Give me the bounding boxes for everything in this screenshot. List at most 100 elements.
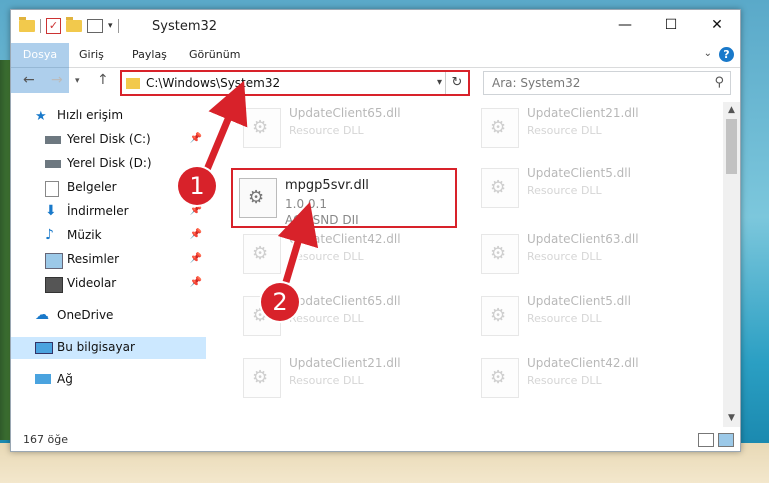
sidebar-item-music[interactable]: ♪ Müzik 📌 [11, 225, 206, 247]
window-title: System32 [152, 19, 218, 34]
pin-icon[interactable]: 📌 [190, 205, 202, 216]
sidebar-item-documents[interactable]: Belgeler [11, 177, 206, 199]
up-arrow-icon[interactable]: ↑ [97, 72, 109, 88]
tab-share[interactable]: Paylaş [122, 43, 177, 67]
sidebar-item-pictures[interactable]: Resimler 📌 [11, 249, 206, 271]
large-icons-view-icon[interactable] [718, 433, 734, 447]
explorer-window: ✓ ▾ System32 — ☐ ✕ Dosya Giriş Paylaş Gö… [10, 9, 741, 452]
pin-icon[interactable]: 📌 [190, 133, 202, 144]
dll-file-icon [481, 168, 519, 208]
pictures-icon [45, 253, 63, 269]
navigation-pane: ★ Hızlı erişim Yerel Disk (C:) 📌 Yerel D… [11, 105, 206, 425]
sidebar-item-quick-access[interactable]: ★ Hızlı erişim [11, 105, 206, 127]
list-item[interactable]: UpdateClient63.dll Resource DLL [475, 228, 690, 278]
file-description: Resource DLL [527, 250, 602, 263]
sidebar-item-network[interactable]: Ağ [11, 369, 206, 391]
star-icon: ★ [35, 109, 47, 124]
file-name: UpdateClient63.dll [527, 232, 639, 246]
file-description: Resource DLL [289, 374, 364, 387]
sidebar-item-label: Resimler [67, 252, 120, 266]
dll-file-icon [481, 234, 519, 274]
help-icon[interactable]: ? [719, 47, 734, 62]
list-item[interactable]: UpdateClient21.dll Resource DLL [475, 102, 690, 152]
address-bar[interactable]: C:\Windows\System32 ▾ ↻ [120, 70, 470, 96]
pin-icon[interactable]: 📌 [190, 253, 202, 264]
sidebar-item-videos[interactable]: Videolar 📌 [11, 273, 206, 295]
file-description: ACP-SND DII [285, 213, 359, 227]
scroll-thumb[interactable] [726, 119, 737, 174]
recent-locations-icon[interactable]: ▾ [75, 76, 80, 86]
list-item[interactable]: UpdateClient5.dll Resource DLL [475, 162, 690, 212]
dll-file-icon [481, 296, 519, 336]
dll-file-icon [243, 108, 281, 148]
file-name: UpdateClient21.dll [289, 356, 401, 370]
sidebar-item-onedrive[interactable]: ☁ OneDrive [11, 305, 206, 327]
toolbar-separator [40, 19, 41, 33]
sidebar-item-label: Videolar [67, 276, 117, 290]
file-description: Resource DLL [289, 124, 364, 137]
status-bar: 167 öğe [11, 429, 740, 451]
sidebar-item-disk-c[interactable]: Yerel Disk (C:) 📌 [11, 129, 206, 151]
file-name: UpdateClient42.dll [289, 232, 401, 246]
file-name: UpdateClient65.dll [289, 106, 401, 120]
search-input[interactable]: Ara: System32 ⚲ [483, 71, 731, 95]
list-item[interactable]: UpdateClient42.dll Resource DLL [475, 352, 690, 402]
chevron-down-icon[interactable]: ▾ [108, 21, 113, 31]
file-name: UpdateClient5.dll [527, 294, 631, 308]
properties-icon[interactable] [87, 19, 103, 33]
search-icon[interactable]: ⚲ [714, 75, 724, 90]
file-list: UpdateClient65.dll Resource DLL UpdateCl… [207, 102, 722, 427]
close-button[interactable]: ✕ [694, 10, 740, 40]
list-item[interactable]: UpdateClient21.dll Resource DLL [237, 352, 452, 402]
sidebar-item-label: İndirmeler [67, 204, 129, 218]
file-version: 1.0.0.1 [285, 197, 327, 211]
expand-ribbon-icon[interactable]: ⌄ [704, 48, 712, 59]
forward-arrow-icon[interactable]: → [51, 72, 63, 88]
address-path[interactable]: C:\Windows\System32 [146, 76, 280, 90]
file-description: Resource DLL [289, 250, 364, 263]
new-folder-icon[interactable] [66, 17, 82, 32]
network-icon [35, 374, 51, 384]
highlighted-file-item[interactable]: mpgp5svr.dll 1.0.0.1 ACP-SND DII [231, 168, 457, 228]
list-item[interactable]: UpdateClient65.dll Resource DLL [237, 102, 452, 152]
file-description: Resource DLL [527, 374, 602, 387]
properties-check-icon[interactable]: ✓ [46, 18, 61, 34]
chevron-down-icon[interactable]: ▾ [437, 77, 442, 88]
back-arrow-icon[interactable]: ← [23, 72, 35, 88]
folder-icon [126, 78, 140, 89]
pin-icon[interactable]: 📌 [190, 277, 202, 288]
scroll-down-icon[interactable]: ▼ [723, 410, 740, 427]
tab-view[interactable]: Görünüm [179, 43, 250, 67]
sidebar-item-label: Yerel Disk (C:) [67, 132, 151, 146]
music-icon: ♪ [45, 227, 54, 243]
sidebar-item-disk-d[interactable]: Yerel Disk (D:) [11, 153, 206, 175]
vertical-scrollbar[interactable]: ▲ ▼ [723, 102, 740, 427]
drive-icon [45, 136, 61, 144]
refresh-icon[interactable]: ↻ [445, 72, 468, 94]
video-icon [45, 277, 63, 293]
drive-icon [45, 160, 61, 168]
sidebar-item-label: Ağ [57, 372, 73, 386]
file-description: Resource DLL [527, 312, 602, 325]
computer-icon [35, 342, 53, 354]
list-item[interactable]: UpdateClient42.dll Resource DLL [237, 228, 452, 278]
scroll-up-icon[interactable]: ▲ [723, 102, 740, 119]
sidebar-item-this-pc[interactable]: Bu bilgisayar [11, 337, 206, 359]
minimize-button[interactable]: — [602, 10, 648, 40]
ribbon-tabs: Dosya Giriş Paylaş Görünüm ⌄ ? [11, 43, 740, 93]
file-description: Resource DLL [527, 124, 602, 137]
toolbar-separator [117, 19, 119, 33]
download-icon: ⬇ [45, 203, 57, 219]
maximize-button[interactable]: ☐ [648, 10, 694, 40]
file-name: UpdateClient42.dll [527, 356, 639, 370]
sidebar-item-label: Bu bilgisayar [57, 340, 135, 354]
folder-icon[interactable] [19, 17, 35, 32]
dll-file-icon [481, 108, 519, 148]
details-view-icon[interactable] [698, 433, 714, 447]
step-marker-1: 1 [178, 167, 216, 205]
dll-file-icon [243, 358, 281, 398]
list-item[interactable]: UpdateClient5.dll Resource DLL [475, 290, 690, 340]
pin-icon[interactable]: 📌 [190, 229, 202, 240]
sidebar-item-downloads[interactable]: ⬇ İndirmeler 📌 [11, 201, 206, 223]
tab-home[interactable]: Giriş [69, 43, 114, 67]
